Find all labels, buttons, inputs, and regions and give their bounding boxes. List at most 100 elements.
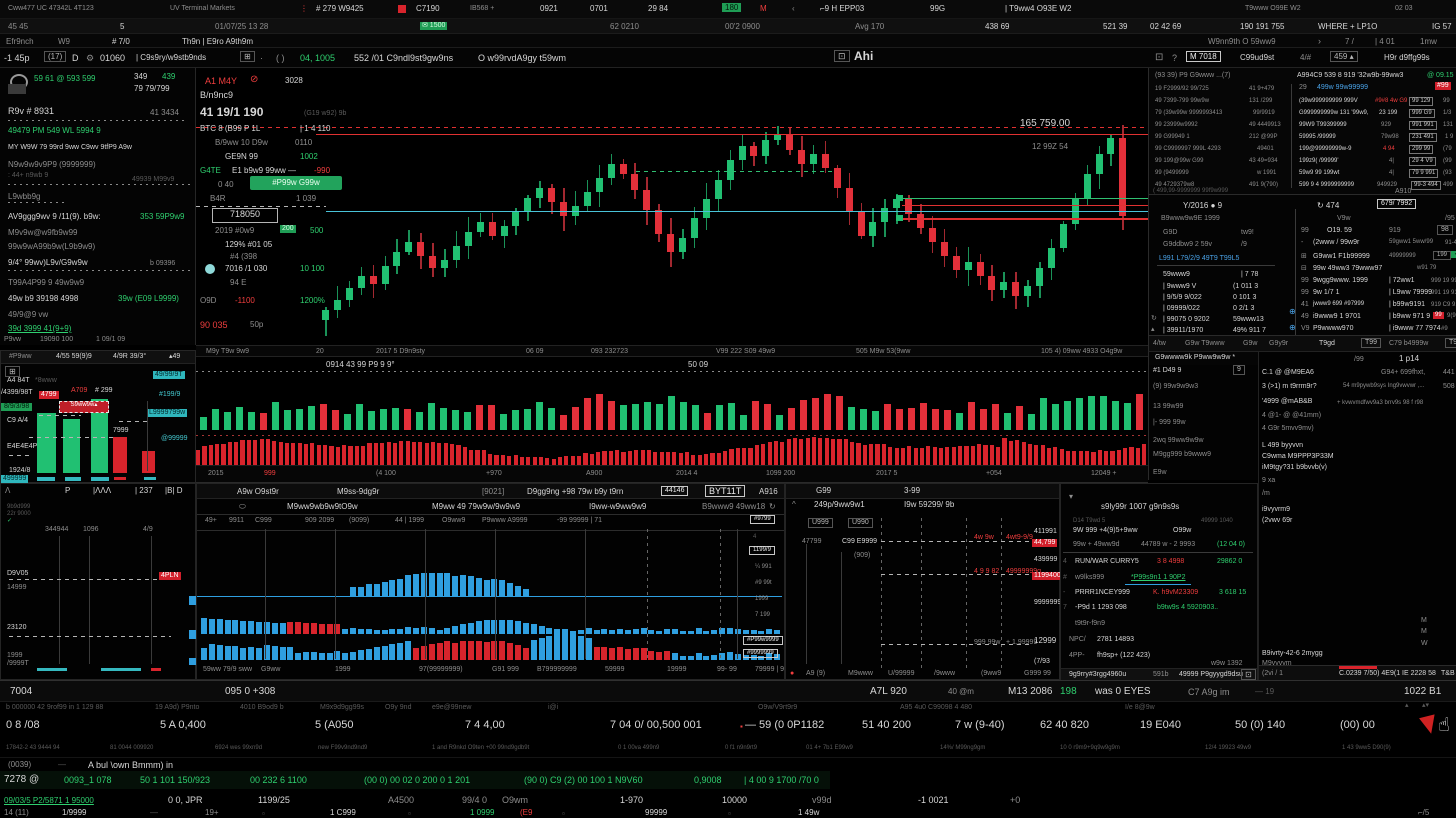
label[interactable]: 04, 1005 <box>300 53 335 63</box>
label[interactable]: 4799 <box>39 391 59 399</box>
label[interactable]: BYT11T <box>705 485 745 497</box>
label[interactable]: ⊞ <box>240 51 255 62</box>
window-icon[interactable]: ⊡ <box>834 50 850 62</box>
grid-levels-panel[interactable]: ΛP|ΛΛΛ| 237|B| D9b9d99922r 9000✓34494410… <box>0 483 196 680</box>
label[interactable]: 180 <box>722 3 741 12</box>
label[interactable]: 4/tw <box>1153 340 1166 348</box>
label[interactable]: 02 03 <box>1395 5 1413 13</box>
label[interactable]: L9999799w <box>147 409 187 417</box>
label[interactable]: | 4 01 <box>1375 37 1395 46</box>
label[interactable]: G9y9r <box>1269 340 1288 348</box>
label[interactable]: T9 <box>1445 338 1456 348</box>
label[interactable]: ✉ 1500 <box>420 22 447 30</box>
label[interactable]: 02 42 69 <box>1150 22 1181 31</box>
label[interactable]: 00'2 0900 <box>725 22 760 31</box>
label[interactable]: 29 84 <box>648 4 668 13</box>
label[interactable]: IG 57 <box>1432 22 1452 31</box>
mini-bar-chart-panel[interactable]: #P9ww4/55 59(9)94/9R 39/3°▴49⊞A4 84T*8ww… <box>0 350 196 483</box>
label[interactable]: 4/# <box>1300 53 1311 62</box>
label[interactable]: Cww477 UC 47342L 4T123 <box>8 5 94 13</box>
label[interactable]: U999 <box>808 518 833 528</box>
label[interactable]: T9www O99E W2 <box>1245 5 1301 13</box>
label[interactable]: C7190 <box>416 4 440 13</box>
label[interactable]: 7 / <box>1345 37 1354 46</box>
label[interactable]: 44,799 <box>1032 539 1057 547</box>
label[interactable]: 190 191 755 <box>1240 22 1285 31</box>
label[interactable]: 499999 <box>1 475 28 483</box>
label[interactable]: ‹ <box>792 4 795 13</box>
label[interactable]: 1199400 <box>1032 572 1063 580</box>
label[interactable]: G9w <box>1243 340 1257 348</box>
label[interactable]: #9999999 <box>743 649 778 658</box>
label[interactable]: 679/ 7992 <box>1377 199 1416 209</box>
label[interactable]: 9 <box>1233 365 1245 375</box>
price-levels-panel[interactable]: G993-99^249p/9ww9w1I9w 59299/ 9bU999U990… <box>785 483 1060 680</box>
label[interactable]: 5 <box>120 22 124 31</box>
label[interactable]: 552 /01 C9ndl9st9gw9ns <box>354 53 453 63</box>
label[interactable]: T9gd <box>1319 340 1335 348</box>
label[interactable]: · <box>260 53 263 63</box>
label[interactable]: #P99w9999 <box>743 636 783 645</box>
label[interactable]: ? <box>1172 53 1177 63</box>
label[interactable]: 45 45 <box>8 22 28 31</box>
label[interactable]: C99ud9st <box>1240 53 1274 62</box>
label[interactable]: 0921 <box>540 4 558 13</box>
right-detail-list[interactable]: (2vi / 1C.0239 7/50) 4E9(1 IE 2228 58T&B… <box>1258 352 1456 680</box>
label[interactable]: Th9n | E9ro A9th9m <box>182 37 253 46</box>
label[interactable]: 49/99/9T <box>153 371 185 379</box>
label[interactable]: 1mw <box>1420 37 1437 46</box>
volume-indicator-panel[interactable]: 0914 43 99 P9 9 9°50 09 <box>196 357 1148 465</box>
label[interactable]: 01/07/25 13 28 <box>215 22 268 31</box>
label[interactable]: 9g9rry#3rgg4960u <box>1069 671 1126 679</box>
label[interactable]: W9 <box>58 37 70 46</box>
label[interactable]: 459 ▴ <box>1330 51 1358 62</box>
label[interactable]: ⚙ <box>86 53 94 63</box>
label[interactable]: ⋮ <box>300 4 308 13</box>
label[interactable]: WHERE + LP1O <box>1318 22 1377 31</box>
label[interactable]: 98 <box>1437 225 1453 235</box>
watchlist-table[interactable]: (93 39) P9 G9www ...(7)A994C9 539 8 919 … <box>1148 68 1456 195</box>
right-mini-list[interactable]: #1 D49 99(9) 99w9w9w313 99w99|- 999 99w2… <box>1148 365 1258 480</box>
label[interactable]: 521 39 <box>1103 22 1127 31</box>
main-candlestick-chart[interactable]: 165 759.0012 99Z 54A1 M4Y⊘3028B/n9nc941 … <box>196 68 1148 345</box>
label[interactable]: 438 69 <box>985 22 1009 31</box>
label[interactable]: Efr9nch <box>6 37 34 46</box>
label[interactable]: ⊞ <box>5 366 20 377</box>
shape[interactable] <box>398 5 406 13</box>
label[interactable]: # 279 W9425 <box>316 4 364 13</box>
label[interactable]: 591b <box>1153 671 1169 679</box>
label[interactable]: ( ) <box>276 53 285 63</box>
label[interactable]: UV Terminal Markets <box>170 5 235 13</box>
label[interactable]: 0701 <box>590 4 608 13</box>
label[interactable]: M 7018 <box>1186 51 1221 62</box>
label[interactable]: IB568 + <box>470 5 494 13</box>
label[interactable]: H9r d9ffg99s <box>1384 53 1430 62</box>
label[interactable]: 49999 P9gyygd9dsu <box>1179 671 1243 679</box>
label[interactable]: 62 0210 <box>610 22 639 31</box>
label[interactable]: 99G <box>930 4 945 13</box>
order-summary-panel[interactable]: 9g9rry#3rgg4960u591b49999 P9gyygd9dsu⊡ ▾… <box>1060 483 1258 680</box>
label[interactable]: ✓ <box>1451 251 1456 258</box>
label[interactable]: 8/9/3/98 <box>1 403 32 411</box>
label[interactable]: Avg 170 <box>855 22 884 31</box>
label[interactable]: 199 <box>1433 251 1451 260</box>
label[interactable]: U990 <box>848 518 873 528</box>
label[interactable]: 4PLN <box>159 572 181 580</box>
label[interactable]: 1199/9 <box>749 546 775 555</box>
label[interactable]: ⊡ <box>1241 669 1256 680</box>
label[interactable]: | C9s9ry/w9stb9nds <box>136 53 206 62</box>
label[interactable]: -1 45p <box>4 53 30 63</box>
label[interactable]: T99 <box>1361 338 1381 348</box>
label[interactable]: #99 <box>1435 82 1451 90</box>
label[interactable]: › <box>1318 36 1321 46</box>
label[interactable]: 44146 <box>661 486 688 496</box>
label[interactable]: C79 b4999w <box>1389 340 1428 348</box>
label[interactable]: 01060 <box>100 53 125 63</box>
label[interactable]: # 7/0 <box>112 37 130 46</box>
label[interactable]: O w99rvdA9gy t59wm <box>478 53 566 63</box>
label[interactable]: #9799 <box>750 515 775 524</box>
label[interactable]: #P99w G99w <box>250 176 342 190</box>
label[interactable]: G9w T9www <box>1185 340 1225 348</box>
label[interactable]: ⌐9 H EPP03 <box>820 4 864 13</box>
label[interactable]: ⊡ <box>1155 52 1163 64</box>
